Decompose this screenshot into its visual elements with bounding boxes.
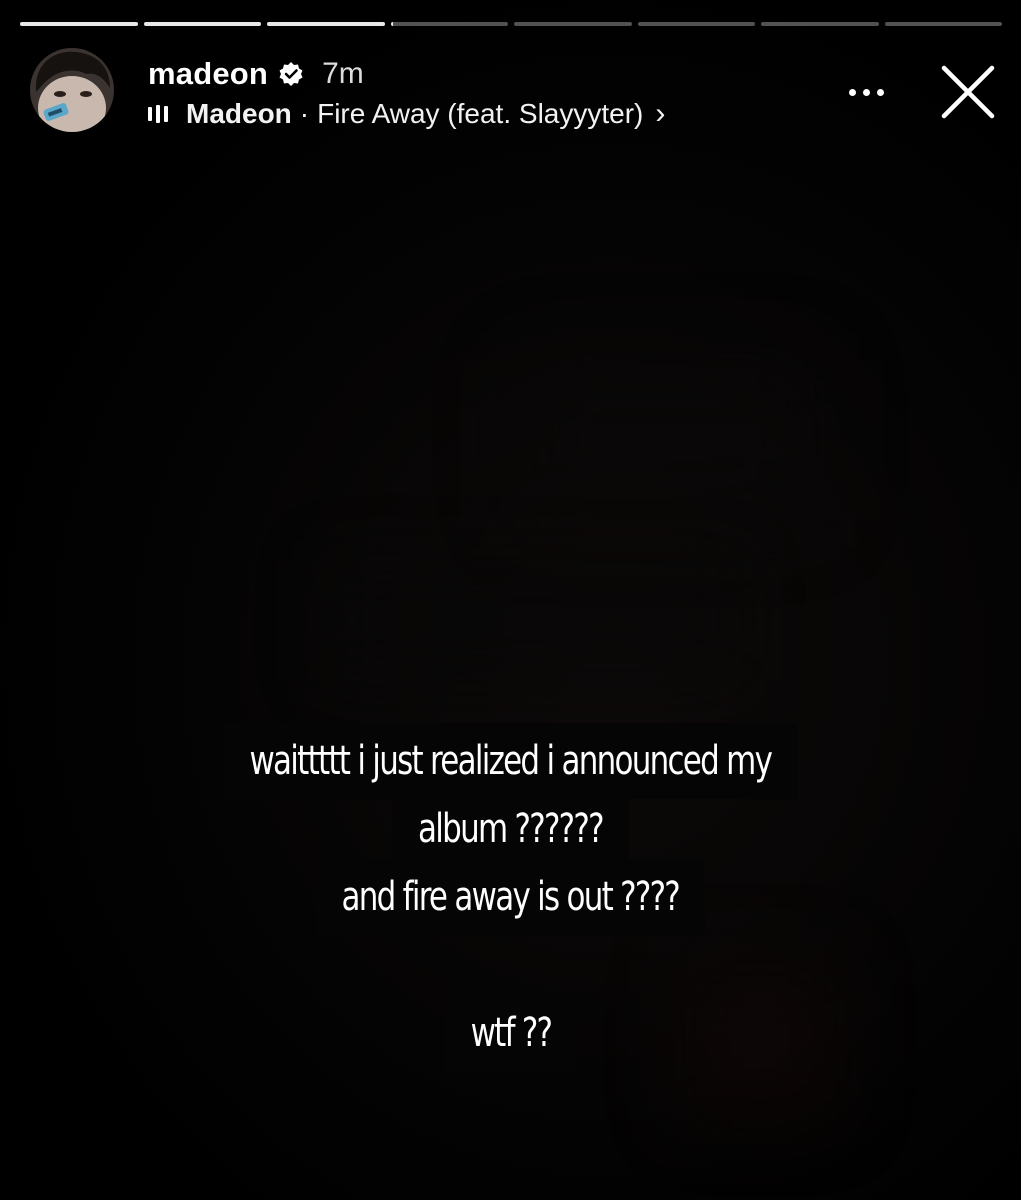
- progress-segment: [20, 22, 138, 26]
- progress-segment: [761, 22, 879, 26]
- profile-avatar[interactable]: [30, 48, 114, 132]
- progress-fill: [267, 22, 385, 26]
- chevron-right-icon: ›: [655, 97, 666, 130]
- progress-segment: [143, 22, 261, 26]
- story-progress-bar: [20, 22, 1002, 27]
- music-artist: Madeon: [186, 98, 292, 129]
- music-separator: ·: [299, 98, 310, 129]
- background-shade: [520, 360, 820, 520]
- progress-segment: [637, 22, 755, 26]
- progress-segment: [884, 22, 1002, 26]
- username[interactable]: madeon: [148, 56, 268, 92]
- verified-badge-icon: [278, 61, 304, 87]
- close-icon: [941, 65, 995, 119]
- progress-fill: [143, 22, 261, 26]
- close-button[interactable]: [938, 62, 998, 122]
- more-options-button[interactable]: [842, 72, 890, 112]
- avatar-image: [30, 48, 114, 132]
- more-dots-icon: [876, 88, 884, 96]
- progress-segment: [267, 22, 385, 26]
- progress-segment: [514, 22, 632, 26]
- story-text-overlay: waittttt i just realized i announced my …: [0, 723, 1021, 1071]
- caption-line: album ??????: [392, 791, 629, 867]
- caption-line: wtf ??: [444, 995, 577, 1071]
- music-bars-icon: [148, 104, 168, 124]
- story-timestamp: 7m: [322, 57, 364, 90]
- user-line: madeon 7m: [148, 54, 364, 94]
- story-header: madeon 7m Madeon · Fire Away (feat. Slay…: [30, 48, 1000, 138]
- more-dots-icon: [848, 88, 856, 96]
- background-shade: [320, 560, 740, 680]
- caption-line: waittttt i just realized i announced my: [223, 723, 798, 799]
- progress-segment: [390, 22, 508, 26]
- caption-line: and fire away is out ????: [315, 859, 706, 935]
- progress-fill: [20, 22, 138, 26]
- progress-fill: [390, 22, 393, 26]
- music-attribution[interactable]: Madeon · Fire Away (feat. Slayyyter) ›: [148, 94, 665, 134]
- more-dots-icon: [862, 88, 870, 96]
- music-track-title: Fire Away (feat. Slayyyter): [317, 98, 644, 129]
